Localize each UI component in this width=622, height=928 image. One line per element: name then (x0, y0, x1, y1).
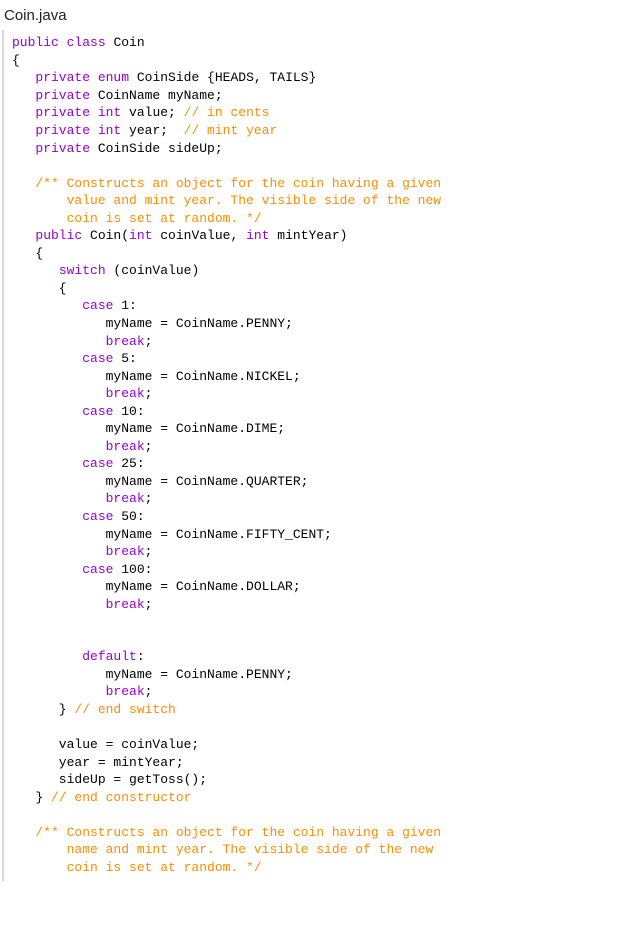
code-line: break; (12, 438, 622, 456)
code-line: public class Coin (12, 34, 622, 52)
code-line: value and mint year. The visible side of… (12, 192, 622, 210)
source-code: public class Coin{ private enum CoinSide… (2, 30, 622, 880)
code-line: default: (12, 648, 622, 666)
code-line: /** Constructs an object for the coin ha… (12, 175, 622, 193)
code-line: coin is set at random. */ (12, 859, 622, 877)
code-line (12, 806, 622, 824)
code-line (12, 631, 622, 649)
code-line: public Coin(int coinValue, int mintYear) (12, 227, 622, 245)
code-line: break; (12, 333, 622, 351)
code-line: private int year; // mint year (12, 122, 622, 140)
code-line (12, 613, 622, 631)
code-line: break; (12, 490, 622, 508)
code-line: private enum CoinSide {HEADS, TAILS} (12, 69, 622, 87)
code-line: myName = CoinName.QUARTER; (12, 473, 622, 491)
code-line: name and mint year. The visible side of … (12, 841, 622, 859)
code-line: case 25: (12, 455, 622, 473)
code-line: break; (12, 596, 622, 614)
code-line: myName = CoinName.FIFTY_CENT; (12, 526, 622, 544)
code-line: /** Constructs an object for the coin ha… (12, 824, 622, 842)
code-line: { (12, 52, 622, 70)
code-line: switch (coinValue) (12, 262, 622, 280)
code-line: } // end constructor (12, 789, 622, 807)
code-line: case 10: (12, 403, 622, 421)
code-line: { (12, 245, 622, 263)
code-line: } // end switch (12, 701, 622, 719)
code-line: private CoinSide sideUp; (12, 140, 622, 158)
code-line: private int value; // in cents (12, 104, 622, 122)
code-line: myName = CoinName.NICKEL; (12, 368, 622, 386)
code-line: myName = CoinName.PENNY; (12, 666, 622, 684)
code-line: break; (12, 683, 622, 701)
code-line (12, 719, 622, 737)
code-line: { (12, 280, 622, 298)
code-line: break; (12, 543, 622, 561)
code-line: myName = CoinName.DIME; (12, 420, 622, 438)
code-line: case 100: (12, 561, 622, 579)
file-title: Coin.java (0, 0, 622, 30)
code-line: coin is set at random. */ (12, 210, 622, 228)
code-line: break; (12, 385, 622, 403)
code-line: private CoinName myName; (12, 87, 622, 105)
code-line: value = coinValue; (12, 736, 622, 754)
code-line: sideUp = getToss(); (12, 771, 622, 789)
code-line: year = mintYear; (12, 754, 622, 772)
code-line: myName = CoinName.DOLLAR; (12, 578, 622, 596)
code-line: case 5: (12, 350, 622, 368)
code-line (12, 157, 622, 175)
code-line: myName = CoinName.PENNY; (12, 315, 622, 333)
code-line: case 50: (12, 508, 622, 526)
code-line: case 1: (12, 297, 622, 315)
